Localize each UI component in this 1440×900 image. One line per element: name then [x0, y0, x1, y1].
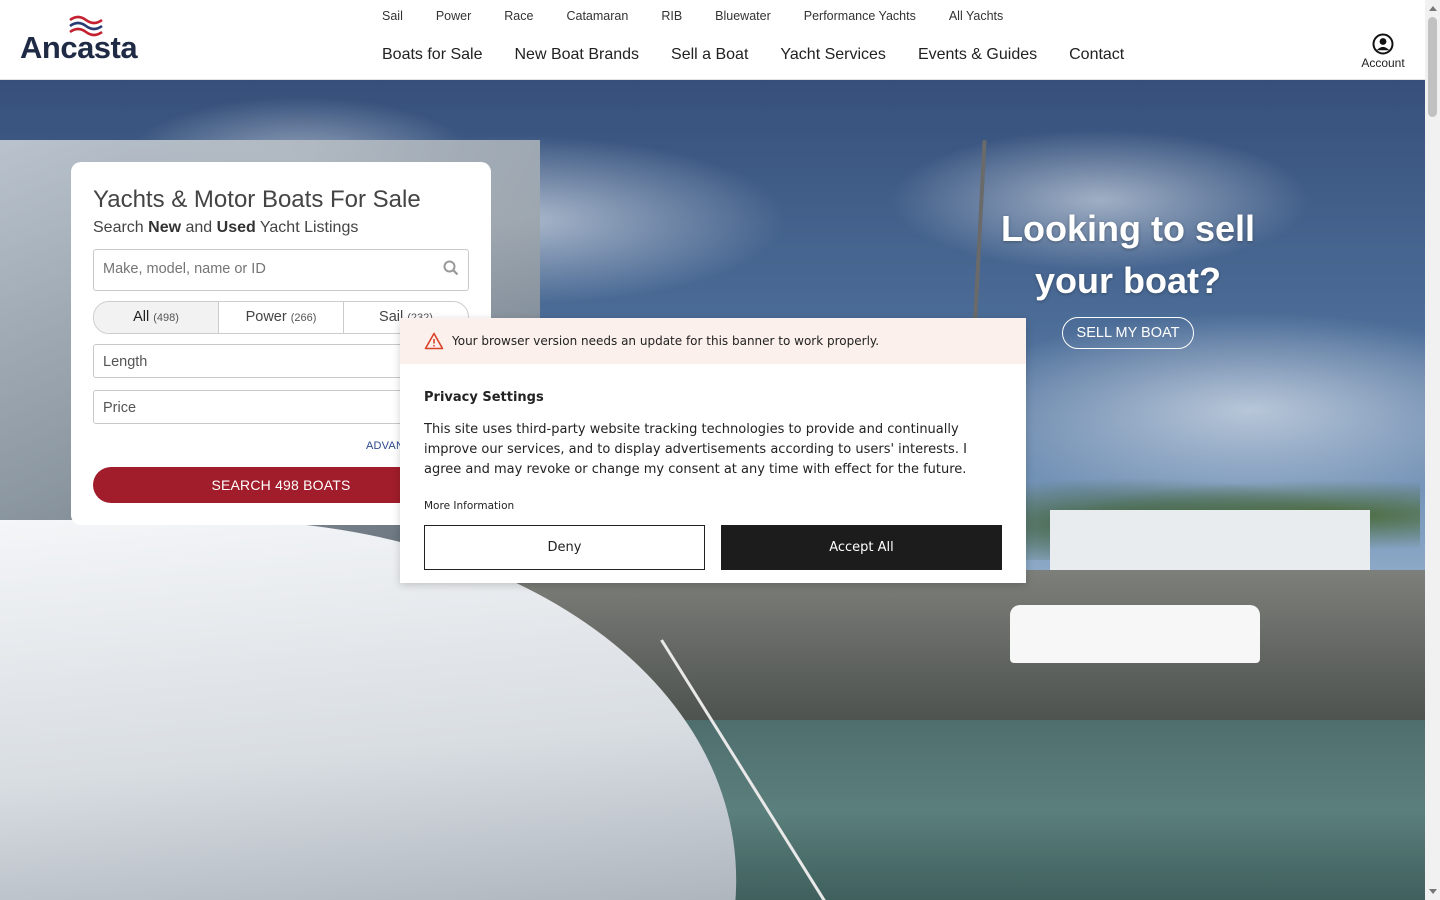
search-icon[interactable]	[443, 260, 459, 276]
main-navigation: Boats for Sale New Boat Brands Sell a Bo…	[382, 46, 1156, 64]
hero-van	[1010, 605, 1260, 663]
account-label: Account	[1361, 56, 1405, 70]
subnav-performance-yachts[interactable]: Performance Yachts	[804, 9, 916, 23]
type-power-tab[interactable]: Power (266)	[219, 302, 344, 333]
logo-text: Ancasta	[20, 30, 138, 65]
nav-sell-a-boat[interactable]: Sell a Boat	[671, 46, 748, 64]
warning-icon	[424, 332, 444, 350]
subnav-all-yachts[interactable]: All Yachts	[949, 9, 1003, 23]
sell-heading-line1: Looking to sell	[1000, 208, 1255, 249]
nav-contact[interactable]: Contact	[1069, 46, 1124, 64]
nav-yacht-services[interactable]: Yacht Services	[780, 46, 886, 64]
subnav-race[interactable]: Race	[504, 9, 533, 23]
search-card-subtitle: Search New and Used Yacht Listings	[93, 219, 359, 236]
more-information-link[interactable]: More Information	[424, 500, 514, 512]
nav-new-boat-brands[interactable]: New Boat Brands	[515, 46, 640, 64]
sub-navigation: Sail Power Race Catamaran RIB Bluewater …	[382, 9, 1036, 23]
deny-button[interactable]: Deny	[424, 525, 705, 570]
scroll-down-arrow-icon[interactable]	[1429, 889, 1437, 894]
subnav-power[interactable]: Power	[436, 9, 471, 23]
ancasta-logo[interactable]: Ancasta	[20, 14, 150, 66]
account-button[interactable]: Account	[1356, 33, 1410, 70]
accept-all-button[interactable]: Accept All	[721, 525, 1002, 570]
search-card-title: Yachts & Motor Boats For Sale	[93, 186, 421, 213]
user-icon	[1372, 33, 1394, 55]
privacy-settings-dialog: Your browser version needs an update for…	[400, 318, 1026, 583]
privacy-title: Privacy Settings	[424, 390, 544, 405]
sell-my-boat-button[interactable]: SELL MY BOAT	[1061, 317, 1195, 349]
privacy-body: This site uses third-party website track…	[424, 422, 967, 477]
scroll-up-arrow-icon[interactable]	[1429, 6, 1437, 11]
sell-boat-promo: Looking to sell your boat? SELL MY BOAT	[990, 203, 1266, 349]
type-all-tab[interactable]: All (498)	[94, 302, 219, 333]
nav-events-guides[interactable]: Events & Guides	[918, 46, 1037, 64]
scrollbar-thumb[interactable]	[1428, 17, 1437, 117]
subnav-catamaran[interactable]: Catamaran	[566, 9, 628, 23]
sell-heading-line2: your boat?	[1035, 260, 1221, 301]
page-scrollbar[interactable]	[1425, 0, 1440, 900]
browser-warning-bar: Your browser version needs an update for…	[400, 318, 1026, 364]
keyword-search-box	[93, 249, 469, 291]
subnav-rib[interactable]: RIB	[661, 9, 682, 23]
browser-warning-text: Your browser version needs an update for…	[452, 334, 880, 348]
subnav-bluewater[interactable]: Bluewater	[715, 9, 771, 23]
subnav-sail[interactable]: Sail	[382, 9, 403, 23]
nav-boats-for-sale[interactable]: Boats for Sale	[382, 46, 483, 64]
site-header: Ancasta Sail Power Race Catamaran RIB Bl…	[0, 0, 1425, 80]
keyword-search-input[interactable]	[94, 250, 442, 288]
